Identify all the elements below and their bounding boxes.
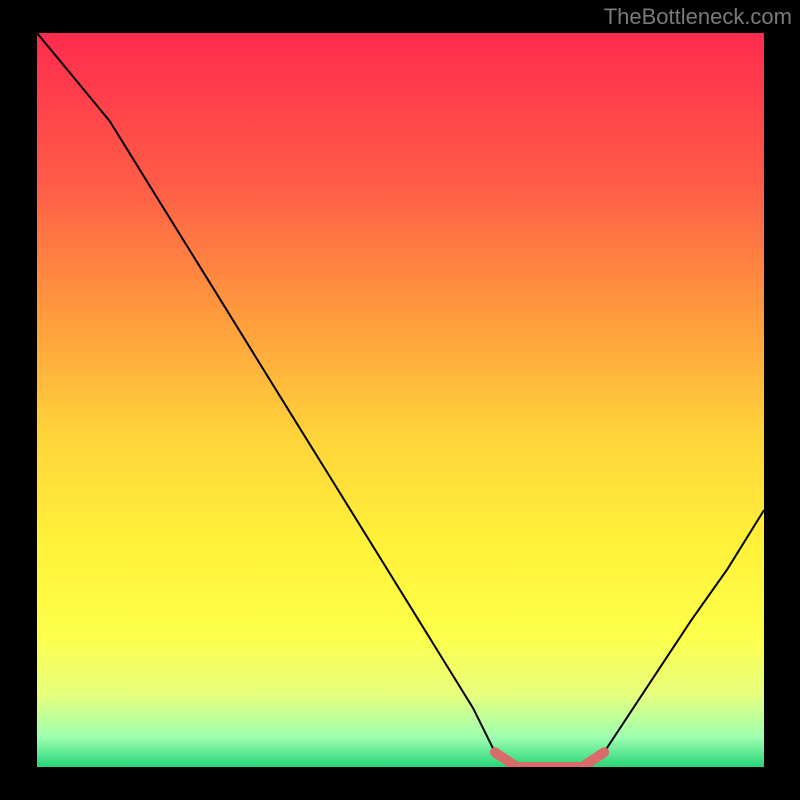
watermark-text: TheBottleneck.com [604, 4, 792, 30]
optimal-range-highlight [495, 752, 604, 767]
plot-area [37, 33, 764, 767]
bottleneck-curve [37, 33, 764, 767]
